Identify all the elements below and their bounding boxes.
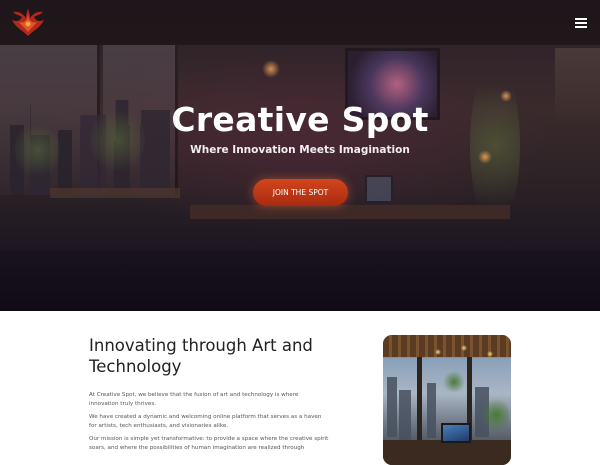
hero-subtitle: Where Innovation Meets Imagination (190, 144, 410, 156)
hero-section: Creative Spot Where Innovation Meets Ima… (0, 0, 600, 311)
plant (483, 395, 509, 435)
top-navigation-bar (0, 0, 600, 45)
ceiling-light (435, 349, 441, 355)
hamburger-menu-icon[interactable] (568, 12, 594, 34)
building (427, 383, 436, 438)
monitor (365, 175, 393, 203)
desk (50, 188, 180, 198)
lamp-glow (262, 60, 280, 78)
about-section: Innovating through Art and Technology At… (0, 311, 600, 465)
menu-line (575, 18, 587, 20)
ceiling-light (487, 351, 493, 357)
plant (443, 371, 465, 393)
join-the-spot-button[interactable]: JOIN THE SPOT (253, 179, 348, 206)
building (399, 390, 411, 440)
table (383, 440, 511, 465)
building (387, 377, 397, 437)
about-paragraph: Our mission is simple yet transformative… (89, 436, 329, 451)
floor (0, 250, 600, 311)
section-title: Innovating through Art and Technology (89, 336, 313, 376)
menu-line (575, 22, 587, 24)
phoenix-logo-icon[interactable] (10, 6, 46, 40)
hero-title: Creative Spot (171, 100, 429, 139)
desk (190, 205, 510, 219)
ceiling-light (461, 345, 467, 351)
laptop (441, 423, 471, 443)
about-paragraph: We have created a dynamic and welcoming … (89, 414, 322, 429)
creative-workspace-photo (383, 335, 511, 465)
about-paragraph: At Creative Spot, we believe that the fu… (89, 392, 299, 407)
menu-line (575, 26, 587, 28)
